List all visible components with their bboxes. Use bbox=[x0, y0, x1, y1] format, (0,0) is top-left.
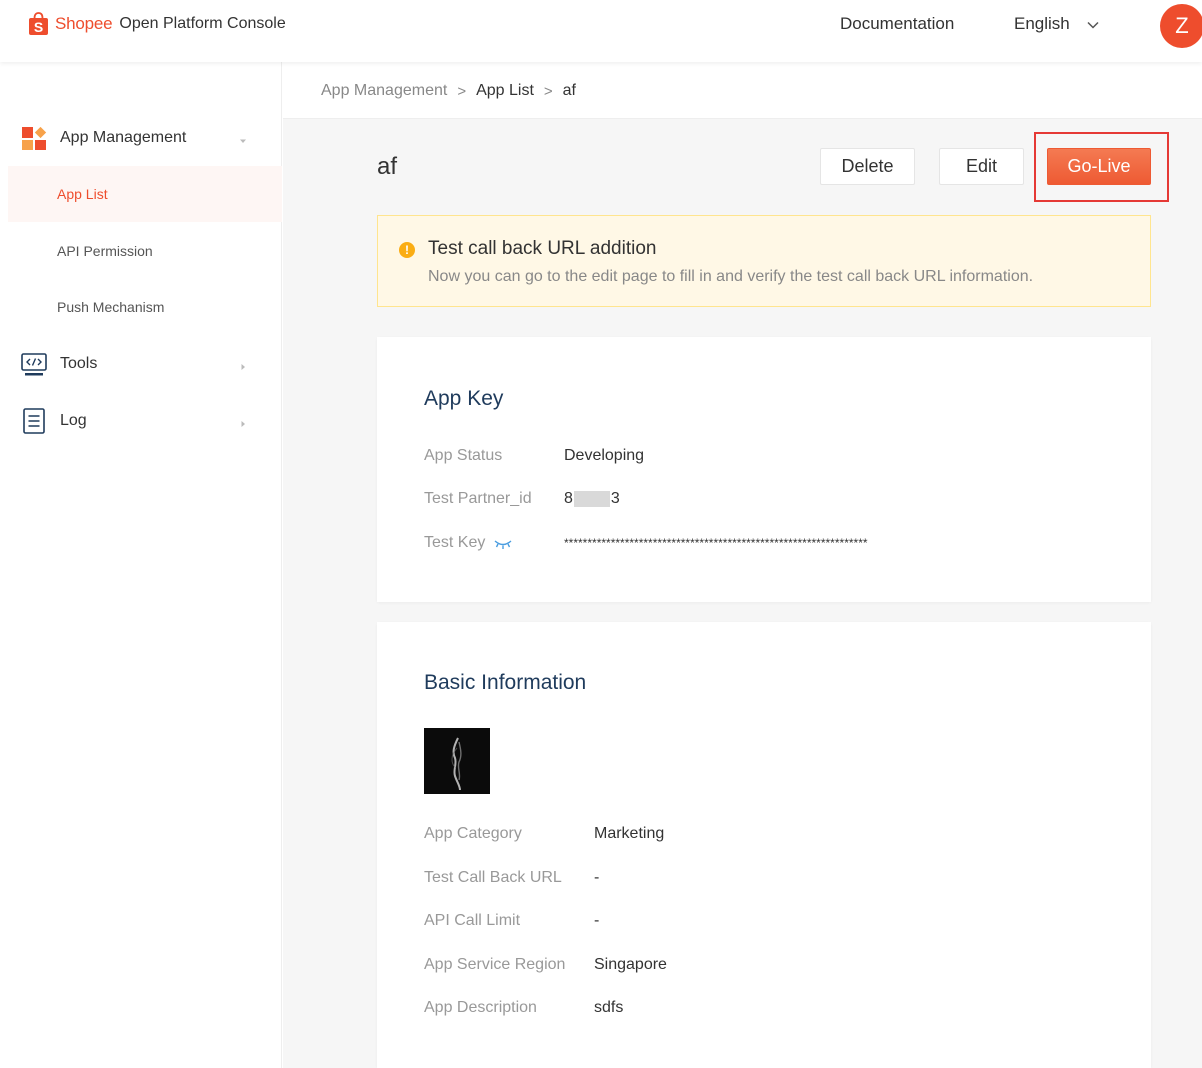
sidebar: App Management App List API Permission P… bbox=[8, 62, 282, 1068]
basic-information-card: Basic Information App Category Marketing… bbox=[377, 622, 1151, 1068]
api-call-limit-label: API Call Limit bbox=[424, 912, 521, 929]
avatar-letter: Z bbox=[1175, 13, 1189, 38]
app-service-region-value: Singapore bbox=[594, 956, 667, 973]
app-service-region-label: App Service Region bbox=[424, 956, 566, 973]
sidebar-item-push-mechanism[interactable]: Push Mechanism bbox=[8, 279, 282, 335]
sidebar-item-app-list[interactable]: App List bbox=[8, 166, 282, 222]
app-key-card: App Key App Status Developing Test Partn… bbox=[377, 337, 1151, 602]
go-live-button[interactable]: Go-Live bbox=[1047, 148, 1151, 185]
app-category-label: App Category bbox=[424, 825, 522, 842]
api-call-limit-row: API Call Limit - bbox=[424, 912, 599, 930]
api-call-limit-value: - bbox=[594, 912, 600, 929]
app-grid-icon bbox=[20, 124, 48, 152]
user-avatar[interactable]: Z bbox=[1160, 4, 1202, 48]
app-description-row: App Description sdfs bbox=[424, 999, 623, 1017]
shopee-bag-icon: S bbox=[28, 12, 49, 36]
breadcrumb-app-management[interactable]: App Management bbox=[321, 82, 447, 100]
delete-button[interactable]: Delete bbox=[820, 148, 915, 185]
language-selector[interactable]: English bbox=[1014, 14, 1100, 34]
logo[interactable]: S Shopee Open Platform Console bbox=[28, 9, 286, 39]
warning-icon: ! bbox=[399, 242, 415, 258]
test-callback-url-row: Test Call Back URL - bbox=[424, 869, 599, 887]
breadcrumb-app-list[interactable]: App List bbox=[476, 82, 534, 100]
app-service-region-row: App Service Region Singapore bbox=[424, 956, 667, 974]
test-partner-id-value: 83 bbox=[564, 490, 620, 508]
documentation-link[interactable]: Documentation bbox=[840, 14, 954, 34]
page-title: af bbox=[377, 153, 398, 180]
app-status-value: Developing bbox=[564, 447, 645, 464]
sidebar-label-tools: Tools bbox=[60, 355, 98, 372]
app-category-row: App Category Marketing bbox=[424, 825, 664, 843]
test-key-row: Test Key *******************************… bbox=[424, 534, 868, 552]
app-status-row: App Status Developing bbox=[424, 447, 644, 465]
chevron-down-icon bbox=[1086, 17, 1100, 31]
test-key-label: Test Key bbox=[424, 534, 486, 551]
sidebar-label-app-list: App List bbox=[57, 186, 108, 202]
top-header: S Shopee Open Platform Console Documenta… bbox=[0, 0, 1202, 62]
test-callback-url-label: Test Call Back URL bbox=[424, 869, 562, 886]
app-key-heading: App Key bbox=[424, 387, 504, 410]
alert-title: Test call back URL addition bbox=[428, 238, 657, 259]
test-callback-url-value: - bbox=[594, 869, 600, 886]
redacted-block bbox=[573, 490, 610, 507]
caret-right-icon bbox=[238, 359, 248, 370]
sidebar-item-api-permission[interactable]: API Permission bbox=[8, 223, 282, 279]
breadcrumb-separator: > bbox=[457, 82, 467, 100]
code-monitor-icon bbox=[20, 350, 48, 378]
sidebar-label-app-management: App Management bbox=[60, 129, 187, 146]
app-status-label: App Status bbox=[424, 447, 503, 464]
test-partner-id-row: Test Partner_id 83 bbox=[424, 490, 620, 508]
main-content: App Management > App List > af af Delete… bbox=[283, 62, 1202, 1068]
app-description-value: sdfs bbox=[594, 999, 624, 1016]
edit-button[interactable]: Edit bbox=[939, 148, 1024, 185]
breadcrumb: App Management > App List > af bbox=[321, 82, 576, 100]
eye-closed-icon[interactable] bbox=[493, 537, 513, 549]
document-icon bbox=[20, 407, 48, 435]
partner-id-end: 3 bbox=[610, 490, 620, 507]
sidebar-group-app-management[interactable]: App Management bbox=[8, 110, 282, 166]
app-description-label: App Description bbox=[424, 999, 537, 1016]
sidebar-label-log: Log bbox=[60, 412, 87, 429]
alert-description: Now you can go to the edit page to fill … bbox=[428, 268, 1034, 285]
sidebar-group-log[interactable]: Log bbox=[8, 393, 282, 449]
svg-text:S: S bbox=[34, 19, 43, 35]
partner-id-start: 8 bbox=[564, 490, 573, 507]
sidebar-group-tools[interactable]: Tools bbox=[8, 336, 282, 392]
test-key-value: ****************************************… bbox=[564, 536, 868, 550]
caret-right-icon bbox=[238, 416, 248, 427]
sidebar-label-push-mechanism: Push Mechanism bbox=[57, 299, 165, 315]
caret-down-icon bbox=[238, 133, 248, 143]
breadcrumb-bar: App Management > App List > af bbox=[283, 62, 1202, 119]
language-label: English bbox=[1014, 14, 1070, 33]
brand-name: Shopee bbox=[55, 14, 113, 33]
breadcrumb-separator: > bbox=[543, 82, 553, 100]
test-partner-id-label: Test Partner_id bbox=[424, 490, 532, 507]
alert-banner: ! Test call back URL addition Now you ca… bbox=[377, 215, 1151, 307]
console-title: Open Platform Console bbox=[119, 15, 286, 32]
basic-information-heading: Basic Information bbox=[424, 671, 587, 694]
app-logo-image bbox=[424, 728, 490, 794]
breadcrumb-current: af bbox=[562, 82, 576, 99]
sidebar-label-api-permission: API Permission bbox=[57, 243, 153, 259]
app-category-value: Marketing bbox=[594, 825, 665, 842]
